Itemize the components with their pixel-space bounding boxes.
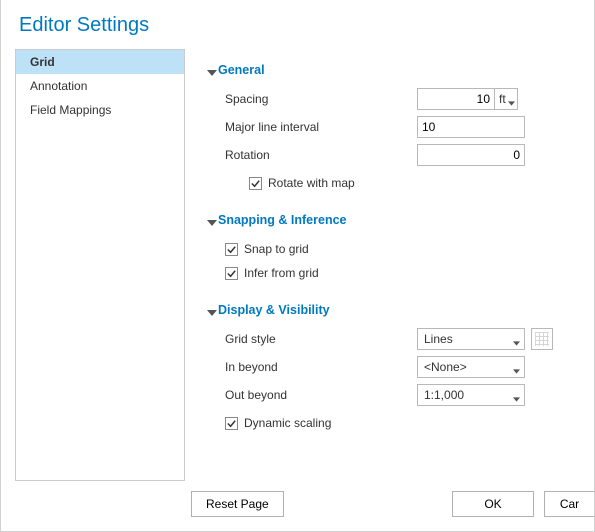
row-grid-style: Grid style Lines bbox=[207, 327, 594, 351]
grid-style-label: Grid style bbox=[207, 332, 417, 346]
ok-button[interactable]: OK bbox=[452, 491, 534, 517]
sidebar-item-grid[interactable]: Grid bbox=[16, 50, 184, 74]
out-beyond-value: 1:1,000 bbox=[424, 388, 464, 402]
sidebar-item-annotation[interactable]: Annotation bbox=[16, 74, 184, 98]
sidebar-item-label: Grid bbox=[30, 55, 55, 69]
dynamic-scaling-checkbox[interactable] bbox=[225, 417, 238, 430]
rotate-with-map-label: Rotate with map bbox=[268, 176, 355, 190]
grid-style-preview-button[interactable] bbox=[531, 328, 553, 350]
row-spacing: Spacing ft bbox=[207, 87, 594, 111]
chevron-down-icon bbox=[207, 217, 214, 224]
grid-style-value: Lines bbox=[424, 332, 453, 346]
section-header-display[interactable]: Display & Visibility bbox=[207, 303, 594, 317]
snap-to-grid-checkbox[interactable] bbox=[225, 243, 238, 256]
section-title: General bbox=[218, 63, 265, 77]
snap-to-grid-label: Snap to grid bbox=[244, 242, 309, 256]
sidebar-item-label: Annotation bbox=[30, 79, 87, 93]
section-title: Display & Visibility bbox=[218, 303, 330, 317]
row-in-beyond: In beyond <None> bbox=[207, 355, 594, 379]
dialog-footer: Reset Page OK Car bbox=[1, 481, 594, 531]
grid-swatch-icon bbox=[535, 332, 549, 346]
in-beyond-value: <None> bbox=[424, 360, 467, 374]
out-beyond-label: Out beyond bbox=[207, 388, 417, 402]
chevron-down-icon bbox=[513, 392, 520, 399]
reset-page-button[interactable]: Reset Page bbox=[191, 491, 284, 517]
chevron-down-icon bbox=[207, 307, 214, 314]
spacing-unit-dropdown[interactable]: ft bbox=[495, 88, 518, 110]
rotate-with-map-checkbox[interactable] bbox=[249, 177, 262, 190]
row-snap-to-grid: Snap to grid bbox=[207, 237, 594, 261]
editor-settings-dialog: Editor Settings Grid Annotation Field Ma… bbox=[0, 0, 595, 532]
rotation-label: Rotation bbox=[207, 148, 417, 162]
chevron-down-icon bbox=[508, 96, 515, 103]
row-out-beyond: Out beyond 1:1,000 bbox=[207, 383, 594, 407]
cancel-button[interactable]: Car bbox=[544, 491, 594, 517]
section-header-general[interactable]: General bbox=[207, 63, 594, 77]
grid-style-dropdown[interactable]: Lines bbox=[417, 328, 525, 350]
row-major-interval: Major line interval bbox=[207, 115, 594, 139]
row-rotation: Rotation bbox=[207, 143, 594, 167]
spacing-input[interactable] bbox=[417, 88, 495, 110]
chevron-down-icon bbox=[513, 364, 520, 371]
dynamic-scaling-label: Dynamic scaling bbox=[244, 416, 331, 430]
in-beyond-dropdown[interactable]: <None> bbox=[417, 356, 525, 378]
rotation-input[interactable] bbox=[417, 144, 525, 166]
infer-from-grid-label: Infer from grid bbox=[244, 266, 319, 280]
dialog-title: Editor Settings bbox=[1, 0, 594, 45]
spacing-label: Spacing bbox=[207, 92, 417, 106]
sidebar-item-label: Field Mappings bbox=[30, 103, 111, 117]
sidebar-item-field-mappings[interactable]: Field Mappings bbox=[16, 98, 184, 122]
infer-from-grid-checkbox[interactable] bbox=[225, 267, 238, 280]
section-header-snapping[interactable]: Snapping & Inference bbox=[207, 213, 594, 227]
row-dynamic-scaling: Dynamic scaling bbox=[207, 411, 594, 435]
major-interval-label: Major line interval bbox=[207, 120, 417, 134]
in-beyond-label: In beyond bbox=[207, 360, 417, 374]
sidebar: Grid Annotation Field Mappings bbox=[15, 49, 185, 481]
chevron-down-icon bbox=[207, 67, 214, 74]
major-interval-input[interactable] bbox=[417, 116, 525, 138]
row-rotate-with-map: Rotate with map bbox=[207, 171, 594, 195]
out-beyond-dropdown[interactable]: 1:1,000 bbox=[417, 384, 525, 406]
section-title: Snapping & Inference bbox=[218, 213, 347, 227]
row-infer-from-grid: Infer from grid bbox=[207, 261, 594, 285]
dialog-body: Grid Annotation Field Mappings General S… bbox=[1, 45, 594, 481]
chevron-down-icon bbox=[513, 336, 520, 343]
spacing-unit-value: ft bbox=[499, 92, 506, 106]
content-panel: General Spacing ft Major line interval bbox=[185, 49, 594, 481]
